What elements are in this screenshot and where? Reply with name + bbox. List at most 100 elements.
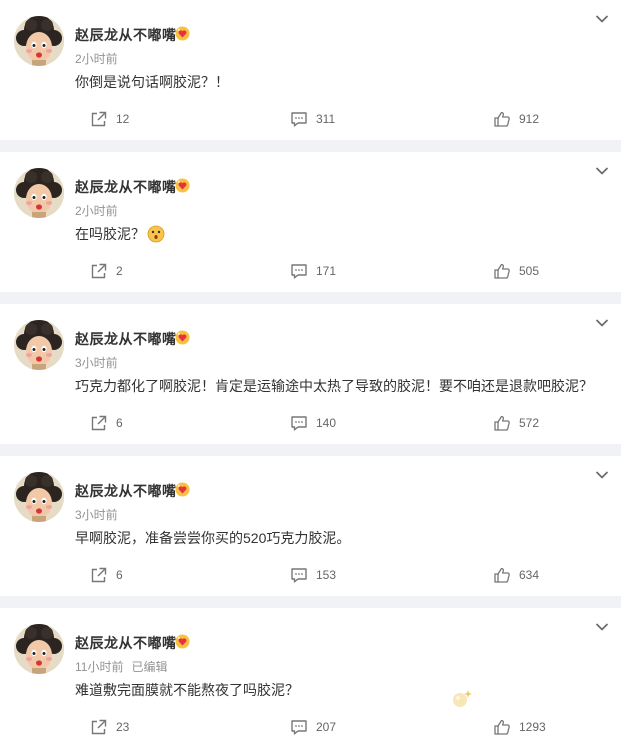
comment-button[interactable]: 171 [290, 262, 336, 280]
comment-count: 311 [316, 112, 336, 126]
comment-button[interactable]: 140 [290, 414, 336, 432]
like-count: 634 [519, 568, 540, 582]
comment-icon [291, 112, 307, 127]
avatar-face-icon [14, 168, 64, 218]
repost-count: 6 [116, 416, 123, 430]
like-count: 505 [519, 264, 540, 278]
avatar[interactable] [14, 624, 64, 674]
repost-count: 2 [116, 264, 123, 278]
thumbs-up-icon [494, 263, 510, 279]
comment-icon [291, 720, 307, 735]
comment-count: 140 [316, 416, 337, 430]
share-icon [91, 567, 107, 583]
timestamp: 2小时前 [75, 50, 126, 67]
time-text: 2小时前 [75, 52, 118, 66]
avatar-face-icon [14, 472, 64, 522]
repost-button[interactable]: 12 [90, 110, 129, 128]
edited-label: 已编辑 [131, 660, 168, 674]
sparkle-decoration-icon [453, 690, 472, 707]
comment-body: 在吗胶泥？ [75, 226, 145, 242]
action-bar: 2 171 505 [0, 262, 621, 282]
comment-text: 你倒是说句话啊胶泥？！ [75, 72, 229, 92]
thumbs-up-icon [494, 111, 510, 127]
repost-button[interactable]: 2 [90, 262, 123, 280]
comment-button[interactable]: 153 [290, 566, 336, 584]
comment-icon [291, 416, 307, 431]
comment-body: 巧克力都化了啊胶泥！肯定是运输途中太热了导致的胶泥！要不咱还是退款吧胶泥？ [75, 378, 593, 394]
chevron-down-icon[interactable] [595, 318, 609, 328]
avatar[interactable] [14, 16, 64, 66]
repost-button[interactable]: 6 [90, 414, 123, 432]
comment-text: 早啊胶泥，准备尝尝你买的520巧克力胶泥。 [75, 528, 350, 548]
chevron-down-icon[interactable] [595, 14, 609, 24]
like-button[interactable]: 505 [493, 262, 539, 280]
comment-body: 难道敷完面膜就不能熬夜了吗胶泥？ [75, 682, 299, 698]
timestamp: 11小时前 已编辑 [75, 658, 167, 675]
thumbs-up-icon [494, 415, 510, 431]
comment-text: 巧克力都化了啊胶泥！肯定是运输途中太热了导致的胶泥！要不咱还是退款吧胶泥？ [75, 376, 593, 396]
repost-count: 23 [116, 720, 130, 734]
comment-count: 153 [316, 568, 337, 582]
comment-text: 在吗胶泥？ [75, 224, 165, 244]
like-button[interactable]: 634 [493, 566, 539, 584]
comment-card: 赵辰龙从不嘟嘴 11小时前 已编辑 难道敷完面膜就不能熬夜了吗胶泥？ 23 20… [0, 608, 621, 743]
comment-button[interactable]: 311 [290, 110, 335, 128]
like-button[interactable]: 1293 [493, 718, 546, 736]
avatar-face-icon [14, 320, 64, 370]
like-button[interactable]: 912 [493, 110, 539, 128]
comment-card: 赵辰龙从不嘟嘴 2小时前 你倒是说句话啊胶泥？！ 12 311 912 [0, 0, 621, 140]
time-text: 2小时前 [75, 204, 118, 218]
action-bar: 6 153 634 [0, 566, 621, 586]
repost-button[interactable]: 23 [90, 718, 129, 736]
avatar[interactable] [14, 472, 64, 522]
comment-button[interactable]: 207 [290, 718, 336, 736]
action-bar: 12 311 912 [0, 110, 621, 130]
card-separator [0, 292, 621, 304]
vip-heart-badge-icon [175, 482, 190, 497]
username[interactable]: 赵辰龙从不嘟嘴 [75, 329, 177, 349]
repost-button[interactable]: 6 [90, 566, 123, 584]
time-text: 3小时前 [75, 356, 118, 370]
avatar-face-icon [14, 624, 64, 674]
comment-body: 你倒是说句话啊胶泥？！ [75, 74, 229, 90]
chevron-down-icon[interactable] [595, 622, 609, 632]
like-button[interactable]: 572 [493, 414, 539, 432]
thumbs-up-icon [494, 719, 510, 735]
comment-card: 赵辰龙从不嘟嘴 3小时前 巧克力都化了啊胶泥！肯定是运输途中太热了导致的胶泥！要… [0, 304, 621, 444]
vip-heart-badge-icon [175, 330, 190, 345]
action-bar: 23 207 1293 [0, 718, 621, 738]
like-count: 1293 [519, 720, 546, 734]
timestamp: 3小时前 [75, 506, 126, 523]
avatar[interactable] [14, 168, 64, 218]
username[interactable]: 赵辰龙从不嘟嘴 [75, 177, 177, 197]
username[interactable]: 赵辰龙从不嘟嘴 [75, 481, 177, 501]
comment-card: 赵辰龙从不嘟嘴 2小时前 在吗胶泥？ 2 171 505 [0, 152, 621, 292]
share-icon [91, 719, 107, 735]
comment-text: 难道敷完面膜就不能熬夜了吗胶泥？ [75, 680, 299, 700]
comment-icon [291, 264, 307, 279]
comment-feed: 赵辰龙从不嘟嘴 2小时前 你倒是说句话啊胶泥？！ 12 311 912 赵辰龙从… [0, 0, 621, 743]
chevron-down-icon[interactable] [595, 470, 609, 480]
vip-heart-badge-icon [175, 26, 190, 41]
time-text: 3小时前 [75, 508, 118, 522]
card-separator [0, 596, 621, 608]
chevron-down-icon[interactable] [595, 166, 609, 176]
action-bar: 6 140 572 [0, 414, 621, 434]
vip-heart-badge-icon [175, 634, 190, 649]
username[interactable]: 赵辰龙从不嘟嘴 [75, 633, 177, 653]
like-count: 912 [519, 112, 540, 126]
comment-card: 赵辰龙从不嘟嘴 3小时前 早啊胶泥，准备尝尝你买的520巧克力胶泥。 6 153… [0, 456, 621, 596]
username[interactable]: 赵辰龙从不嘟嘴 [75, 25, 177, 45]
share-icon [91, 415, 107, 431]
card-separator [0, 140, 621, 152]
repost-count: 12 [116, 112, 130, 126]
card-separator [0, 444, 621, 456]
thumbs-up-icon [494, 567, 510, 583]
comment-count: 171 [316, 264, 337, 278]
repost-count: 6 [116, 568, 123, 582]
shocked-emoji-icon [147, 225, 165, 243]
share-icon [91, 263, 107, 279]
vip-heart-badge-icon [175, 178, 190, 193]
avatar[interactable] [14, 320, 64, 370]
comment-icon [291, 568, 307, 583]
